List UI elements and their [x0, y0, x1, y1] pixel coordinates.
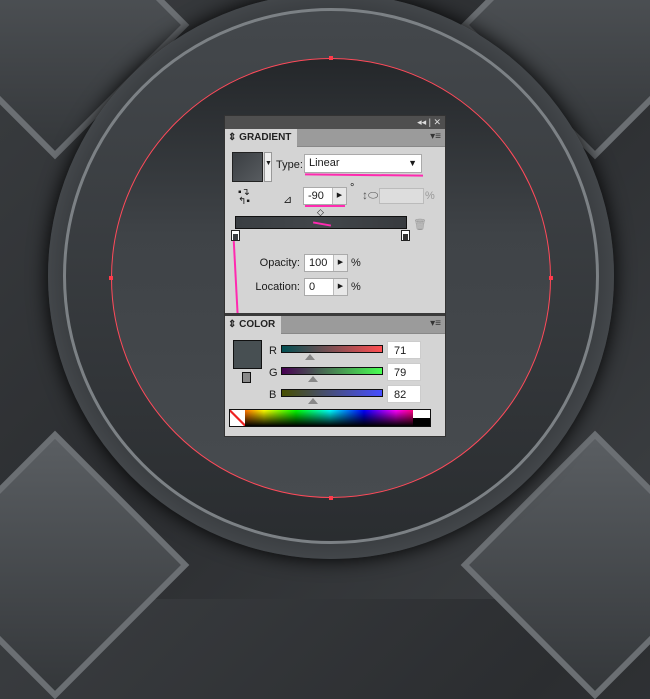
gradient-swatch[interactable]: [232, 152, 263, 182]
anchor-point[interactable]: [109, 276, 113, 280]
collapse-button[interactable]: ◂◂: [417, 117, 426, 127]
annotation-underline: [305, 205, 345, 207]
angle-stepper[interactable]: ▶: [332, 188, 346, 204]
tab-gradient-label: GRADIENT: [239, 132, 292, 143]
b-value-input[interactable]: 82: [387, 385, 421, 403]
aspect-ratio-input: [379, 188, 424, 204]
location-value: 0: [309, 281, 316, 293]
anchor-point[interactable]: [329, 496, 333, 500]
type-label: Type:: [276, 159, 303, 171]
anchor-point[interactable]: [549, 276, 553, 280]
degree-symbol: °: [350, 182, 355, 194]
anchor-point[interactable]: [329, 56, 333, 60]
opacity-stepper[interactable]: ▶: [333, 255, 347, 271]
r-slider-thumb[interactable]: [305, 354, 315, 360]
angle-input[interactable]: -90 ▶: [303, 187, 347, 205]
annotation-underline: [304, 173, 424, 177]
b-slider-thumb[interactable]: [308, 398, 318, 404]
b-slider[interactable]: [281, 389, 383, 397]
reverse-gradient-icon[interactable]: ▪↴ ↰▪: [238, 188, 250, 207]
location-label: Location:: [255, 281, 300, 293]
b-label: B: [269, 389, 277, 401]
r-label: R: [269, 345, 277, 357]
trash-icon[interactable]: 🗑: [413, 218, 427, 231]
close-button[interactable]: ✕: [433, 117, 441, 127]
r-slider[interactable]: [281, 345, 383, 353]
none-swatch[interactable]: [230, 410, 245, 426]
panel-titlebar: ◂◂ | ✕: [225, 116, 445, 129]
angle-value: -90: [308, 190, 324, 202]
g-value-input[interactable]: 79: [387, 363, 421, 381]
tab-color-label: COLOR: [239, 319, 276, 330]
tab-gradient[interactable]: ⇕ GRADIENT: [225, 129, 298, 147]
chevron-down-icon: ▼: [408, 158, 417, 168]
gradient-color-panel: ◂◂ | ✕ ⇕ GRADIENT ▾≡ ▼ Type: Linear ▼ ▪↴…: [224, 115, 446, 437]
g-slider[interactable]: [281, 367, 383, 375]
g-label: G: [269, 367, 278, 379]
location-input[interactable]: 0 ▶: [304, 278, 348, 296]
gradient-stop-right[interactable]: [401, 230, 410, 241]
location-stepper[interactable]: ▶: [333, 279, 347, 295]
gradient-stop-left[interactable]: [231, 230, 240, 241]
tab-color[interactable]: ⇕ COLOR: [225, 316, 282, 334]
type-select[interactable]: Linear ▼: [304, 154, 422, 173]
panel-menu-icon[interactable]: ▾≡: [430, 318, 441, 329]
opacity-percent: %: [351, 257, 361, 269]
aspect-ratio-icon: ↕⬭: [362, 188, 379, 202]
opacity-value: 100: [309, 257, 328, 269]
aspect-percent: %: [425, 190, 435, 202]
out-of-gamut-icon[interactable]: [242, 372, 251, 383]
g-slider-thumb[interactable]: [308, 376, 318, 382]
r-value-input[interactable]: 71: [387, 341, 421, 359]
gradient-tab-row: ⇕ GRADIENT ▾≡: [225, 129, 445, 147]
opacity-input[interactable]: 100 ▶: [304, 254, 348, 272]
white-black-swatch[interactable]: [413, 410, 430, 426]
fill-swatch[interactable]: [233, 340, 262, 369]
type-value: Linear: [309, 157, 340, 169]
panel-menu-icon[interactable]: ▾≡: [430, 131, 441, 142]
location-percent: %: [351, 281, 361, 293]
angle-icon: ⊿: [283, 194, 293, 206]
gradient-swatch-dropdown[interactable]: ▼: [264, 152, 272, 182]
opacity-label: Opacity:: [259, 257, 300, 269]
color-spectrum[interactable]: [229, 409, 431, 427]
color-tab-row: ⇕ COLOR ▾≡: [225, 316, 445, 334]
